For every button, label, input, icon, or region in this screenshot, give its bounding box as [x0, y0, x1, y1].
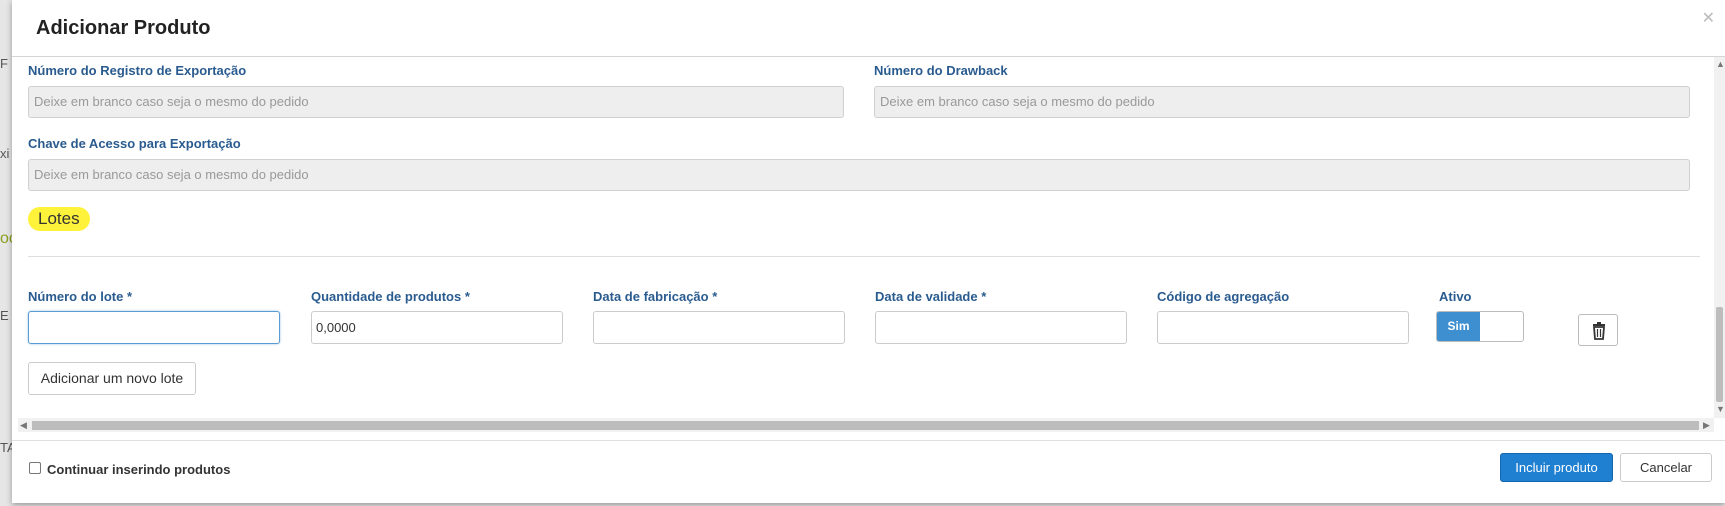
quantidade-label: Quantidade de produtos *: [311, 289, 470, 304]
horizontal-scroll-thumb[interactable]: [32, 421, 1699, 430]
vertical-scrollbar[interactable]: ▲ ▼: [1714, 57, 1725, 418]
horizontal-scrollbar[interactable]: ◀ ▶: [18, 418, 1714, 432]
quantidade-input[interactable]: 0,0000: [311, 311, 563, 344]
scroll-down-icon[interactable]: ▼: [1716, 404, 1725, 414]
continue-label: Continuar inserindo produtos: [47, 462, 231, 477]
modal-title: Adicionar Produto: [36, 17, 211, 39]
cancel-button[interactable]: Cancelar: [1620, 453, 1712, 482]
scroll-up-icon[interactable]: ▲: [1716, 59, 1725, 69]
bg-fragment: E: [0, 308, 9, 323]
drawback-input[interactable]: Deixe em branco caso seja o mesmo do ped…: [874, 86, 1690, 118]
lotes-section-title: Lotes: [28, 207, 90, 231]
delete-lote-button[interactable]: [1578, 314, 1618, 346]
chave-acesso-label: Chave de Acesso para Exportação: [28, 136, 241, 151]
modal-body: Número do Registro de Exportação Deixe e…: [12, 57, 1714, 418]
numero-lote-input[interactable]: [28, 311, 280, 344]
data-validade-input[interactable]: [875, 311, 1127, 344]
divider: [28, 256, 1700, 257]
add-lote-button[interactable]: Adicionar um novo lote: [28, 362, 196, 395]
codigo-agregacao-label: Código de agregação: [1157, 289, 1290, 304]
bg-fragment: xi: [0, 146, 10, 161]
scroll-right-icon[interactable]: ▶: [1703, 420, 1710, 431]
data-fabricacao-input[interactable]: [593, 311, 845, 344]
ativo-label: Ativo: [1439, 289, 1472, 304]
codigo-agregacao-input[interactable]: [1157, 311, 1409, 344]
registro-exportacao-label: Número do Registro de Exportação: [28, 63, 247, 78]
toggle-on-label: Sim: [1437, 312, 1480, 341]
registro-exportacao-input[interactable]: Deixe em branco caso seja o mesmo do ped…: [28, 86, 844, 118]
add-product-modal: Adicionar Produto ✕ Número do Registro d…: [12, 0, 1725, 503]
scroll-left-icon[interactable]: ◀: [20, 420, 27, 431]
modal-header: Adicionar Produto ✕: [12, 0, 1725, 57]
data-validade-label: Data de validade *: [875, 289, 987, 304]
bg-fragment: F: [0, 56, 8, 71]
numero-lote-label: Número do lote *: [28, 289, 133, 304]
close-icon[interactable]: ✕: [1702, 8, 1715, 28]
include-product-button[interactable]: Incluir produto: [1500, 453, 1613, 482]
chave-acesso-input[interactable]: Deixe em branco caso seja o mesmo do ped…: [28, 159, 1690, 191]
modal-footer: Continuar inserindo produtos Incluir pro…: [12, 440, 1725, 504]
trash-icon: [1593, 322, 1605, 340]
continue-checkbox[interactable]: [29, 462, 41, 474]
ativo-toggle[interactable]: Sim: [1436, 311, 1524, 342]
drawback-label: Número do Drawback: [874, 63, 1008, 78]
data-fabricacao-label: Data de fabricação *: [593, 289, 718, 304]
vertical-scroll-thumb[interactable]: [1716, 307, 1723, 402]
